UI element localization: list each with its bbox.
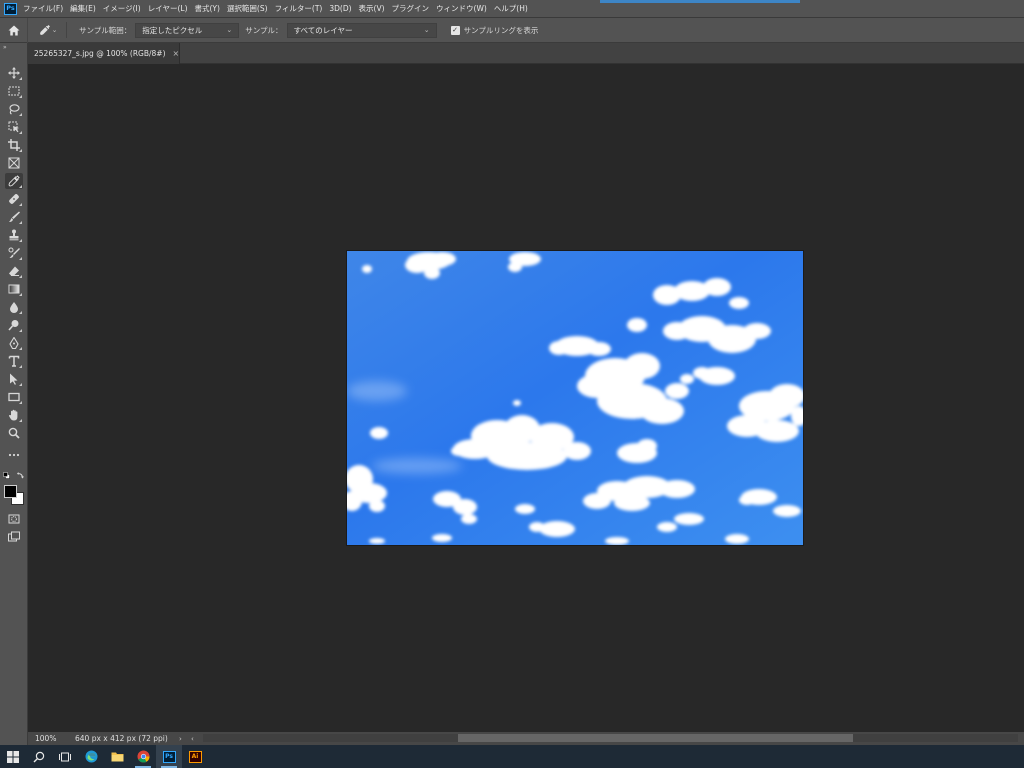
taskbar-file-explorer[interactable] <box>104 745 130 768</box>
swap-colors-icon[interactable] <box>17 472 24 479</box>
document-image[interactable] <box>347 251 803 545</box>
windows-taskbar: Ps Ai <box>0 745 1024 768</box>
scrollbar-thumb[interactable] <box>458 734 853 742</box>
taskbar-chrome[interactable] <box>130 745 156 768</box>
blur-tool[interactable] <box>5 299 23 315</box>
menu-file[interactable]: ファイル(F) <box>23 3 63 14</box>
sample-value: すべてのレイヤー <box>293 25 353 35</box>
horizontal-scrollbar[interactable] <box>203 734 1018 742</box>
eraser-tool[interactable] <box>5 263 23 279</box>
menu-bar: Ps ファイル(F) 編集(E) イメージ(I) レイヤー(L) 書式(Y) 選… <box>0 0 1024 18</box>
lasso-tool[interactable] <box>5 101 23 117</box>
windows-start-icon <box>7 750 19 763</box>
brush-tool[interactable] <box>5 209 23 225</box>
edge-browser-icon <box>85 750 97 763</box>
pen-tool[interactable] <box>5 335 23 351</box>
edit-toolbar-icon <box>8 453 20 457</box>
eyedropper-tool[interactable] <box>5 173 23 189</box>
screen-mode-button[interactable] <box>5 529 23 545</box>
divider <box>66 22 67 38</box>
tools-panel: » <box>0 43 28 745</box>
taskbar-illustrator[interactable]: Ai <box>182 745 208 768</box>
tool-preset-picker[interactable]: ⌄ <box>36 20 60 40</box>
window-title-strip <box>600 0 800 3</box>
illustrator-icon: Ai <box>188 750 202 763</box>
edit-toolbar-button[interactable] <box>5 447 23 463</box>
document-tab-title: 25265327_s.jpg @ 100% (RGB/8#) <box>34 49 166 58</box>
chrome-icon <box>137 750 149 763</box>
start-button[interactable] <box>0 745 26 768</box>
close-icon[interactable]: × <box>173 49 180 58</box>
taskbar-search-button[interactable] <box>26 745 52 768</box>
home-button[interactable] <box>0 17 28 43</box>
healing-brush-tool[interactable] <box>5 191 23 207</box>
photoshop-logo-icon[interactable]: Ps <box>4 2 17 15</box>
menu-help[interactable]: ヘルプ(H) <box>494 3 528 14</box>
sky-clouds-image <box>347 251 803 545</box>
options-bar: ⌄ サンプル範囲： 指定したピクセル ⌄ サンプル： すべてのレイヤー ⌄ ✓ … <box>0 17 1024 43</box>
status-menu-arrow-icon[interactable]: › <box>179 735 191 743</box>
quick-mask-icon <box>8 514 20 524</box>
menu-plugins[interactable]: プラグイン <box>392 3 430 14</box>
screen-mode-icon <box>8 531 20 542</box>
rectangle-tool[interactable] <box>5 389 23 405</box>
scroll-left-icon[interactable]: ‹ <box>191 735 203 743</box>
zoom-level[interactable]: 100% <box>28 734 75 743</box>
home-icon <box>8 25 19 35</box>
type-tool[interactable] <box>5 353 23 369</box>
menu-type[interactable]: 書式(Y) <box>195 3 220 14</box>
file-explorer-icon <box>111 752 123 762</box>
chevron-down-icon: ⌄ <box>423 26 430 34</box>
menu-view[interactable]: 表示(V) <box>359 3 385 14</box>
checkmark-icon: ✓ <box>452 26 458 34</box>
status-bar: 100% 640 px x 412 px (72 ppi) › ‹ <box>28 732 1024 745</box>
chevron-down-icon: ⌄ <box>226 26 233 34</box>
menu-3d[interactable]: 3D(D) <box>329 4 351 13</box>
menu-edit[interactable]: 編集(E) <box>70 3 96 14</box>
foreground-color-swatch[interactable] <box>4 485 17 498</box>
canvas-area[interactable] <box>28 64 1024 732</box>
frame-tool[interactable] <box>5 155 23 171</box>
frame-tool-icon <box>8 157 20 169</box>
hand-tool[interactable] <box>5 407 23 423</box>
taskbar-edge[interactable] <box>78 745 104 768</box>
path-select-tool[interactable] <box>5 371 23 387</box>
task-view-icon <box>59 752 71 761</box>
collapse-panel-icon[interactable]: » <box>0 43 27 52</box>
sample-size-select[interactable]: 指定したピクセル ⌄ <box>135 22 240 38</box>
move-tool[interactable] <box>5 65 23 81</box>
photoshop-icon: Ps <box>162 750 176 763</box>
menu-image[interactable]: イメージ(I) <box>103 3 141 14</box>
sample-size-label: サンプル範囲： <box>79 25 132 35</box>
dodge-tool[interactable] <box>5 317 23 333</box>
menu-layer[interactable]: レイヤー(L) <box>148 3 188 14</box>
sample-select[interactable]: すべてのレイヤー ⌄ <box>286 22 437 38</box>
show-sampling-ring-label: サンプルリングを表示 <box>463 25 539 35</box>
marquee-tool[interactable] <box>5 83 23 99</box>
document-tab-bar: 25265327_s.jpg @ 100% (RGB/8#) × <box>28 43 1024 64</box>
menu-window[interactable]: ウィンドウ(W) <box>436 3 487 14</box>
show-sampling-ring-checkbox[interactable]: ✓ <box>450 25 460 35</box>
zoom-tool-icon <box>8 427 20 439</box>
document-size[interactable]: 640 px x 412 px (72 ppi) <box>75 734 179 743</box>
crop-tool[interactable] <box>5 137 23 153</box>
gradient-tool[interactable] <box>5 281 23 297</box>
taskbar-photoshop[interactable]: Ps <box>156 745 182 768</box>
quick-mask-button[interactable] <box>5 511 23 527</box>
document-tab[interactable]: 25265327_s.jpg @ 100% (RGB/8#) × <box>28 43 180 64</box>
menu-select[interactable]: 選択範囲(S) <box>227 3 268 14</box>
search-icon <box>33 751 45 762</box>
task-view-button[interactable] <box>52 745 78 768</box>
sample-label: サンプル： <box>245 25 283 35</box>
zoom-tool[interactable] <box>5 425 23 441</box>
history-brush-tool[interactable] <box>5 245 23 261</box>
clone-stamp-tool[interactable] <box>5 227 23 243</box>
menu-filter[interactable]: フィルター(T) <box>275 3 323 14</box>
object-select-tool[interactable] <box>5 119 23 135</box>
default-colors-icon[interactable] <box>3 472 10 479</box>
chevron-down-icon: ⌄ <box>51 26 58 34</box>
eyedropper-icon <box>39 25 50 35</box>
sample-size-value: 指定したピクセル <box>142 25 203 35</box>
